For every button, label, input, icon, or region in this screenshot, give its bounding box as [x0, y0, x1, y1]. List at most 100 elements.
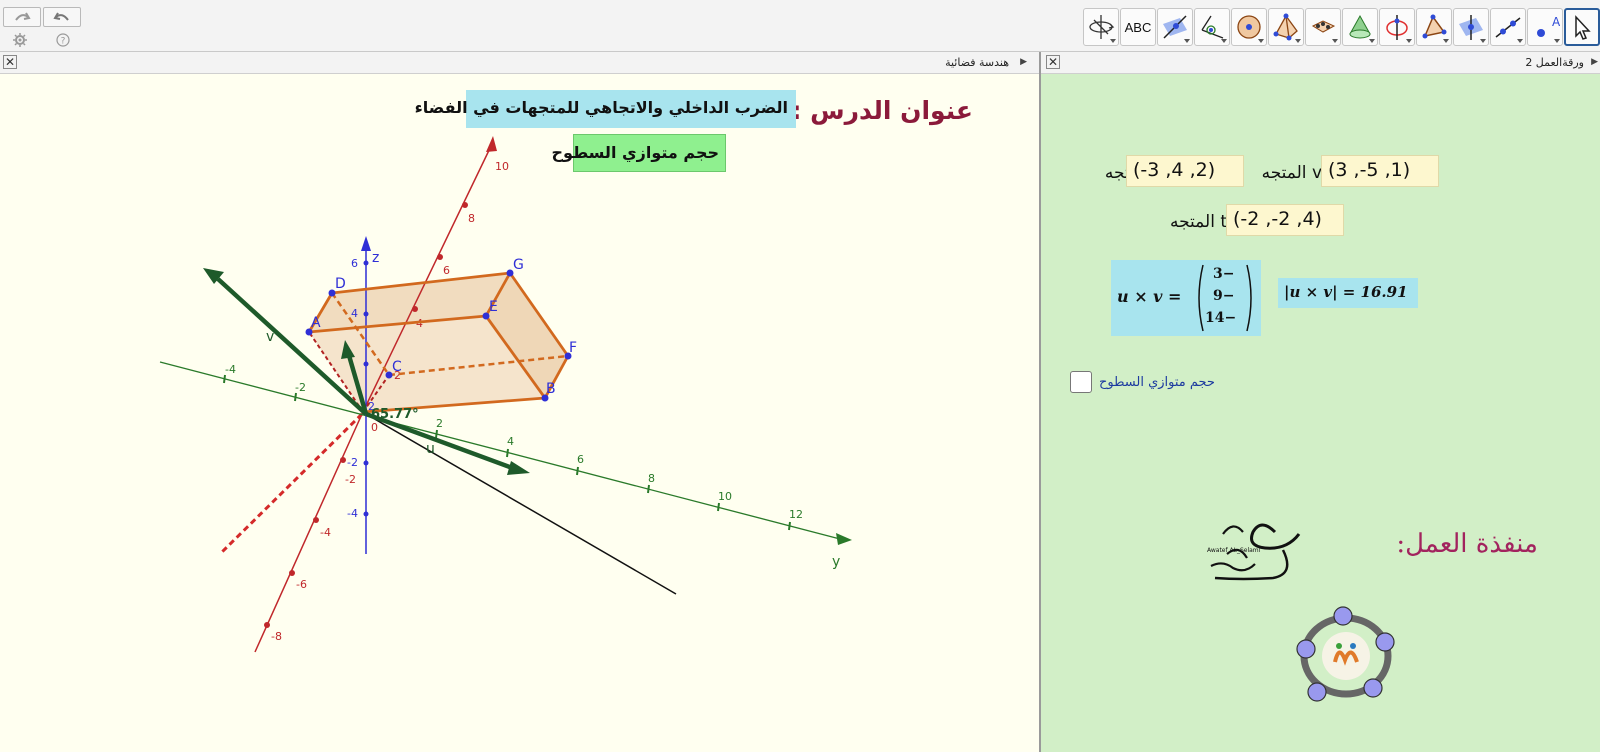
tool-rotate-view[interactable]: [1083, 8, 1119, 46]
z-axis-arrow: [361, 236, 371, 251]
signature-caption: Awatef AL_Selami: [1207, 547, 1261, 554]
rotate-view-tool-icon: [1089, 15, 1115, 39]
redo-button[interactable]: [3, 7, 41, 27]
scene-3d: 10 8 6 4 2 -2 -4 -6 -8 -4 -2 2 4 6 8 10 …: [159, 136, 852, 653]
move-tool-icon: [1575, 15, 1591, 40]
tool-reflect[interactable]: [1157, 8, 1193, 46]
parallelepiped-checkbox-label[interactable]: حجم متوازي السطوح: [1099, 375, 1215, 390]
sphere-tool-icon: [1237, 15, 1261, 39]
x-tick-label: -4: [320, 526, 331, 539]
vertex-label: D: [335, 276, 346, 292]
z-tick-label: -2: [347, 456, 358, 469]
y-tick-label: -2: [295, 381, 306, 394]
tool-polygon[interactable]: [1416, 8, 1452, 46]
x-tick-label: -2: [345, 473, 356, 486]
cross-component: 3−: [1213, 266, 1235, 282]
redo-icon: [15, 12, 31, 21]
y-tick-label: 8: [648, 472, 655, 485]
t-vector-input[interactable]: (-2 ,-2 ,4): [1226, 204, 1344, 236]
x-tick-label: -6: [296, 578, 307, 591]
vector-label: v: [266, 329, 274, 345]
vertex-label: B: [546, 381, 556, 397]
help-button[interactable]: ?: [55, 32, 71, 48]
line-tool-icon: [1495, 17, 1521, 38]
close-view2d-button[interactable]: ✕: [1046, 55, 1060, 69]
polygon-tool-icon: [1422, 14, 1447, 39]
graphics-3d-view[interactable]: عنوان الدرس : الضرب الداخلي والاتجاهي لل…: [0, 74, 1039, 752]
tool-line[interactable]: [1490, 8, 1526, 46]
pyramid-tool-icon: [1273, 13, 1298, 41]
x-axis-negative: [254, 413, 363, 653]
reflect-tool-icon: [1163, 15, 1187, 39]
y-axis-label: y: [832, 554, 840, 570]
y-tick-label: 6: [577, 453, 584, 466]
dice-net-tool-icon: [1311, 20, 1336, 33]
x-tick-label: 8: [468, 212, 475, 225]
cross-product-lhs: u × v =: [1117, 287, 1182, 306]
x-tick-label: -8: [271, 630, 282, 643]
view3d-title: هندسة فضائية: [945, 56, 1009, 69]
view2d-title: ورقةالعمل 2: [1525, 56, 1584, 69]
z-tick-label: 4: [351, 307, 358, 320]
x-axis-arrow: [486, 136, 497, 152]
z-tick-label: -4: [347, 507, 358, 520]
cross-component: 9−: [1213, 288, 1235, 304]
panel-menu-arrow-icon[interactable]: ▶: [1591, 57, 1598, 67]
v-vector-input[interactable]: (3 ,-5 ,1): [1321, 155, 1439, 187]
tool-circle-axis[interactable]: [1379, 8, 1415, 46]
y-tick-label: 4: [507, 435, 514, 448]
circle-axis-tool-icon: [1386, 15, 1408, 40]
vector-label: u: [426, 441, 435, 457]
svg-text:A: A: [1552, 15, 1560, 29]
tool-cone[interactable]: [1342, 8, 1378, 46]
panel-menu-arrow-icon[interactable]: ▶: [1020, 57, 1027, 67]
u-vector-input[interactable]: (-3 ,4 ,2): [1126, 155, 1244, 187]
tool-move[interactable]: [1564, 8, 1600, 46]
parallelepiped-checkbox[interactable]: [1070, 371, 1092, 393]
vertex-label: F: [569, 340, 577, 356]
vertex-label: A: [311, 315, 321, 331]
vector-u-arrowhead: [507, 461, 530, 475]
t-vector-label: t المتجه: [1169, 212, 1227, 232]
x-axis-projection: [220, 412, 364, 554]
y-tick-label: 12: [789, 508, 803, 521]
close-view3d-button[interactable]: ✕: [3, 55, 17, 69]
tool-angle[interactable]: [1194, 8, 1230, 46]
tool-text[interactable]: ABC: [1120, 8, 1156, 46]
tool-point[interactable]: A: [1527, 8, 1563, 46]
y-tick-label: 2: [436, 417, 443, 430]
vertex-label: C: [392, 359, 402, 375]
cross-component: 14−: [1205, 310, 1237, 326]
cone-tool-icon: [1349, 14, 1371, 39]
angle-label: 65.77°: [371, 407, 419, 422]
cross-norm-text: |u × v| = 16.91: [1284, 283, 1408, 301]
vertex-label: E: [489, 299, 498, 315]
vertex-label: G: [513, 257, 524, 273]
gear-icon: [13, 33, 27, 47]
reference-line: [365, 413, 677, 595]
tool-perpendicular[interactable]: [1453, 8, 1489, 46]
author-signature: Awatef AL_Selami: [1207, 523, 1301, 581]
cross-norm-display: |u × v| = 16.91: [1278, 278, 1418, 308]
y-axis-arrow: [836, 533, 852, 545]
perpendicular-line-tool-icon: [1459, 15, 1483, 40]
angle-tool-icon: [1201, 15, 1224, 39]
y-tick-label: 10: [718, 490, 732, 503]
help-icon: ?: [56, 33, 70, 47]
tool-net[interactable]: [1305, 8, 1341, 46]
point-tool-icon: A: [1537, 15, 1560, 37]
origin-label: 0: [371, 421, 378, 434]
svg-text:?: ?: [61, 37, 66, 47]
view2d-titlebar: ✕ ورقةالعمل 2 ▶: [1041, 52, 1600, 74]
geogebra-logo: [1296, 606, 1395, 702]
tool-sphere[interactable]: [1231, 8, 1267, 46]
view3d-titlebar: ✕ هندسة فضائية ▶: [0, 52, 1039, 74]
tool-pyramid[interactable]: [1268, 8, 1304, 46]
x-tick-label: 6: [443, 264, 450, 277]
v-vector-label: v المتجه: [1261, 163, 1322, 183]
undo-button[interactable]: [43, 7, 81, 27]
author-label: منفذة العمل:: [1396, 529, 1538, 559]
worksheet-view[interactable]: u المتجه (-3 ,4 ,2) v المتجه (3 ,-5 ,1) …: [1041, 74, 1600, 752]
settings-button[interactable]: [12, 32, 28, 48]
z-tick-label: 6: [351, 257, 358, 270]
